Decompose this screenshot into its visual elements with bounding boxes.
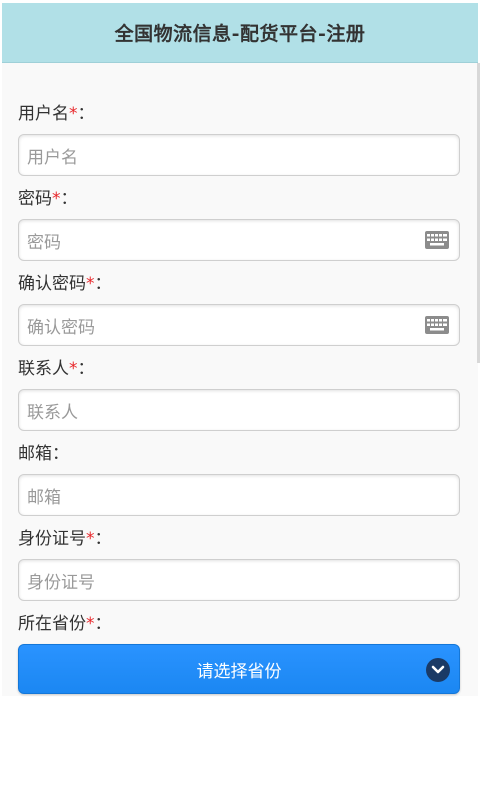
required-mark: * [52, 189, 61, 209]
username-label: 用户名*： [18, 104, 95, 124]
page-title: 全国物流信息-配货平台-注册 [114, 23, 366, 45]
contact-label: 联系人*： [18, 359, 95, 379]
required-mark: * [86, 274, 95, 294]
keyboard-icon[interactable] [425, 231, 449, 249]
province-select-value: 请选择省份 [196, 661, 282, 682]
password-placeholder: 密码 [27, 232, 61, 253]
email-label: 邮箱： [18, 444, 69, 464]
required-mark: * [86, 614, 95, 634]
contact-placeholder: 联系人 [27, 402, 78, 423]
password-field[interactable]: 密码 [18, 219, 460, 261]
username-placeholder: 用户名 [27, 147, 78, 168]
chevron-down-icon [426, 658, 450, 682]
required-mark: * [86, 529, 95, 549]
confirm-password-field[interactable]: 确认密码 [18, 304, 460, 346]
id-number-label: 身份证号*： [18, 529, 112, 549]
email-placeholder: 邮箱 [27, 487, 61, 508]
province-select[interactable]: 请选择省份 [18, 644, 460, 694]
confirm-password-label: 确认密码*： [18, 274, 112, 294]
app-header: 全国物流信息-配货平台-注册 [2, 3, 478, 63]
id-number-placeholder: 身份证号 [27, 572, 95, 593]
province-label: 所在省份*： [18, 614, 112, 634]
username-field[interactable]: 用户名 [18, 134, 460, 176]
password-label: 密码*： [18, 189, 78, 209]
email-field[interactable]: 邮箱 [18, 474, 460, 516]
keyboard-icon[interactable] [425, 316, 449, 334]
confirm-password-placeholder: 确认密码 [27, 317, 95, 338]
contact-field[interactable]: 联系人 [18, 389, 460, 431]
id-number-field[interactable]: 身份证号 [18, 559, 460, 601]
required-mark: * [69, 104, 78, 124]
required-mark: * [69, 359, 78, 379]
